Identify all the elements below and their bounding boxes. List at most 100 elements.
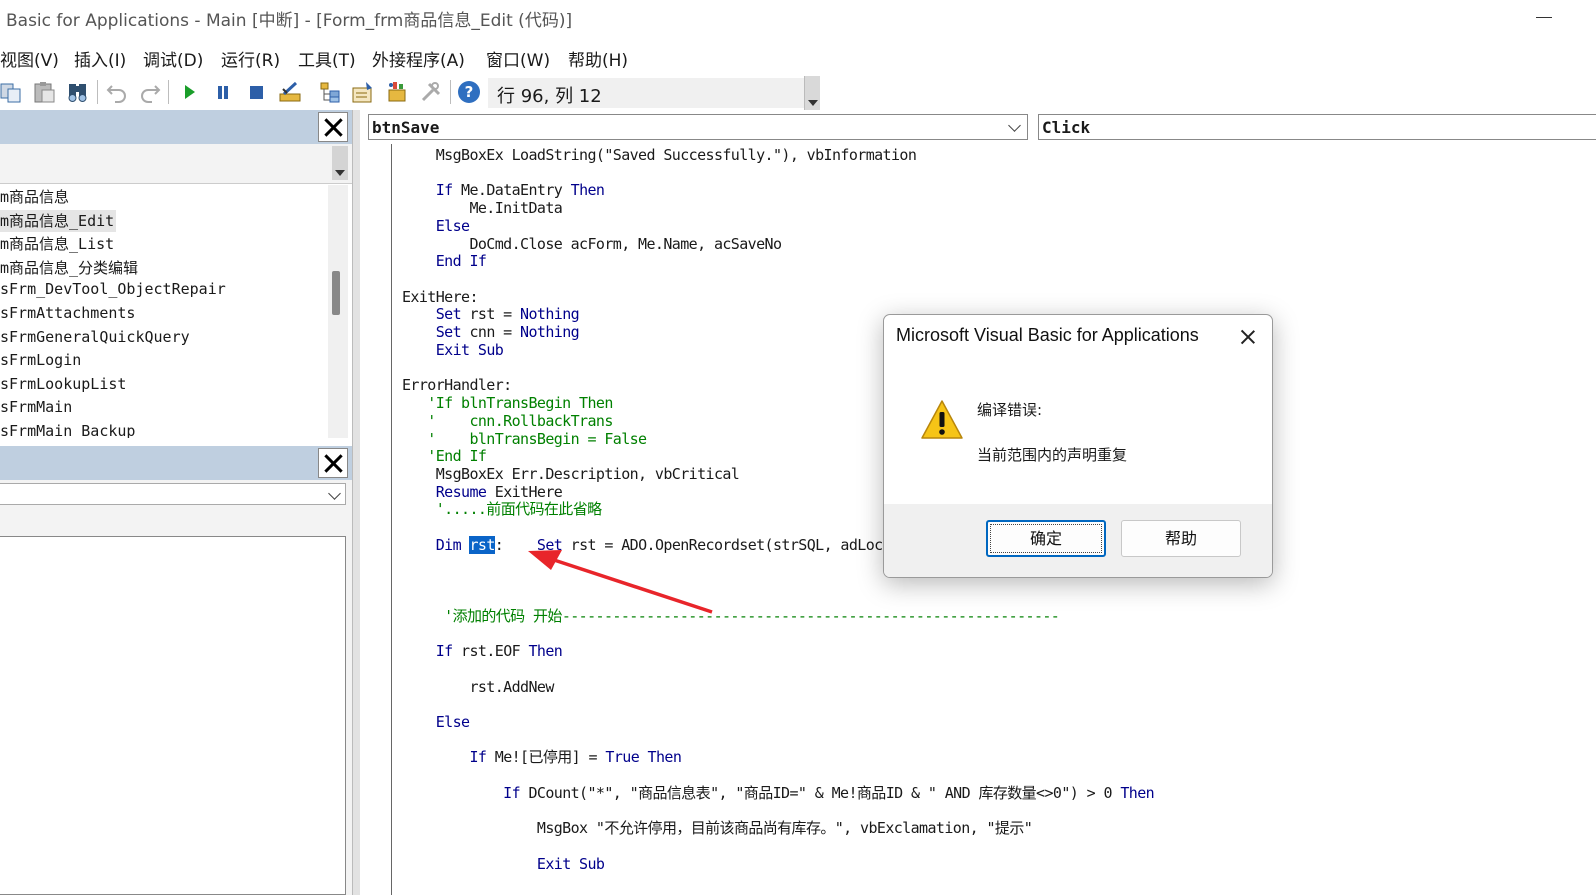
dialog-title: Microsoft Visual Basic for Applications [896,325,1199,345]
code-keyword: Set [435,323,462,342]
tree-item[interactable]: sFrmMain_Backup [0,422,137,438]
object-dropdown[interactable]: btnSave [368,114,1028,140]
close-icon[interactable] [1232,323,1264,351]
tree-item[interactable]: sFrmGeneralQuickQuery [0,328,192,350]
code-keyword: Then [570,181,605,200]
reset-icon[interactable] [244,80,268,104]
menu-insert[interactable]: 插入(I) [74,46,126,71]
toolbox-icon[interactable] [419,80,443,104]
code-keyword: Else [435,216,470,235]
tree-item[interactable]: m商品信息_分类编辑 [0,257,140,279]
code-line: rst.AddNew [402,678,554,696]
code-keyword: If [469,748,487,767]
close-icon[interactable] [318,448,348,478]
code-comment: '添加的代码 开始-------------------------------… [402,606,1060,625]
code-line: If rst.EOF Then [402,642,563,661]
close-icon[interactable] [318,112,348,142]
pane-splitter[interactable] [352,110,360,895]
scrollbar-thumb[interactable] [332,271,340,315]
error-message: 当前范围内的声明重复 [977,446,1128,464]
menu-window[interactable]: 窗口(W) [486,46,550,71]
code-text: ErrorHandler: [402,376,512,395]
code-keyword: Nothing [520,305,580,324]
tree-item[interactable]: sFrmLogin [0,351,83,373]
cursor-position-display: 行 96, 列 12 [488,78,808,108]
copy-icon[interactable] [0,80,24,104]
tree-item[interactable]: sFrmMain [0,398,74,420]
code-text: DoCmd.Close acForm, Me.Name, acSaveNo [402,234,782,253]
redo-icon[interactable] [138,80,162,104]
menu-view[interactable]: 视图(V) [0,46,59,71]
code-keyword: Dim [435,535,462,554]
tree-item[interactable]: sFrm_DevTool_ObjectRepair [0,280,228,302]
tree-item[interactable]: m商品信息 [0,186,71,208]
menu-debug[interactable]: 调试(D) [143,46,203,71]
tree-item[interactable]: m商品信息_List [0,233,116,255]
code-line: If Me.DataEntry Then [402,181,605,200]
code-line: MsgBoxEx LoadString("Saved Successfully.… [402,146,917,164]
help-button[interactable]: 帮助 [1121,520,1241,557]
project-toolbar-chevron[interactable] [332,146,348,180]
code-line: DoCmd.Close acForm, Me.Name, acSaveNo [402,234,782,253]
menu-run[interactable]: 运行(R) [221,46,280,71]
code-margin-indicator-bar[interactable] [360,144,392,895]
code-text: rst.EOF [452,642,529,661]
code-text: MsgBoxEx LoadString("Saved Successfully.… [402,146,917,164]
warning-icon [920,399,964,441]
tree-item[interactable]: sFrmLookupList [0,375,128,397]
project-explorer-toolbar [0,144,352,184]
code-text: rst = [461,305,521,324]
properties-icon[interactable] [351,80,375,104]
code-comment: 'End If [402,447,487,466]
code-line: 'If blnTransBegin Then [402,394,613,412]
toolbar-separator [168,80,169,104]
code-keyword: End If [435,252,487,271]
undo-icon[interactable] [105,80,129,104]
menu-tools[interactable]: 工具(T) [298,46,356,71]
code-line: '添加的代码 开始-------------------------------… [402,606,1060,625]
toolbar-separator [97,80,98,104]
ok-button[interactable]: 确定 [986,520,1106,557]
code-line: Set cnn = Nothing [402,323,580,342]
code-keyword: Set [435,305,462,324]
code-line: ExitHere: [402,288,478,306]
error-title: 编译错误: [977,401,1043,419]
minimize-button[interactable] [1528,4,1568,30]
find-icon[interactable] [66,80,90,104]
tree-item[interactable]: sFrmAttachments [0,304,137,326]
menu-addins[interactable]: 外接程序(A) [372,46,465,71]
paste-icon[interactable] [33,80,57,104]
code-keyword: If [503,783,521,802]
break-icon[interactable] [211,80,235,104]
properties-object-select[interactable] [0,483,346,505]
tree-item[interactable]: m商品信息_Edit [0,209,117,232]
procedure-dropdown[interactable]: Click [1038,114,1596,140]
dialog-button-bar: 确定 帮助 [884,504,1272,577]
code-keyword: Then [528,642,563,661]
help-icon[interactable]: ? [457,80,481,104]
window-title: Basic for Applications - Main [中断] - [Fo… [6,11,573,31]
properties-panel [0,446,352,895]
project-tree-scrollbar[interactable] [328,185,348,438]
design-mode-icon[interactable] [278,80,302,104]
svg-text:?: ? [465,83,474,101]
chevron-down-icon [1008,119,1021,132]
run-icon[interactable] [177,80,201,104]
menu-help[interactable]: 帮助(H) [568,46,628,71]
properties-grid[interactable] [0,536,346,895]
object-browser-icon[interactable] [385,80,409,104]
code-text: Me![已停用] = [486,748,606,767]
code-text: ExitHere [486,482,563,501]
procedure-dropdown-value: Click [1042,118,1091,137]
toolbar-overflow-chevron[interactable] [804,76,820,110]
title-bar: Basic for Applications - Main [中断] - [Fo… [0,0,1596,36]
project-explorer-icon[interactable] [318,80,342,104]
cursor-position-text: 行 96, 列 12 [497,86,602,107]
